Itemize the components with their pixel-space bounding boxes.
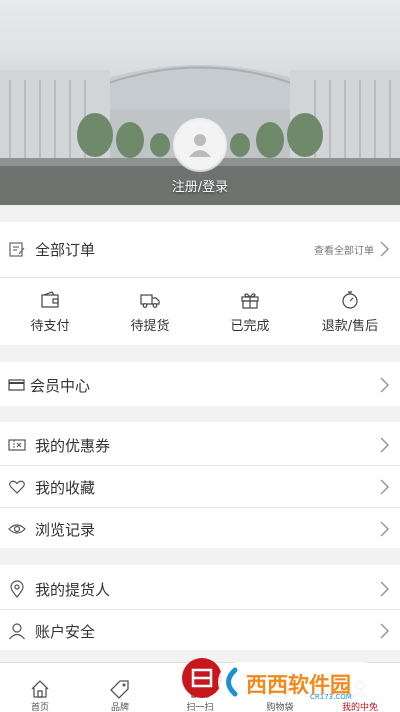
status-label: 已完成 xyxy=(230,319,270,334)
eye-icon xyxy=(8,524,26,534)
status-refund-aftersale[interactable]: 退款/售后 xyxy=(300,278,400,345)
gift-icon xyxy=(241,293,259,309)
menu-label: 会员中心 xyxy=(30,376,91,395)
chevron-right-icon xyxy=(380,241,390,257)
chevron-right-icon xyxy=(380,521,390,537)
status-completed[interactable]: 已完成 xyxy=(200,278,300,345)
heart-icon xyxy=(9,480,25,494)
tag-icon xyxy=(110,680,129,699)
all-orders-title: 全部订单 xyxy=(35,240,96,259)
menu-label: 我的收藏 xyxy=(35,478,96,497)
coupon-icon xyxy=(8,439,26,451)
menu-pickup-person[interactable]: 我的提货人 xyxy=(0,568,400,610)
menu-label: 浏览记录 xyxy=(35,520,96,539)
chevron-right-icon xyxy=(380,377,390,393)
order-status-row: 待支付 待提货 已完成 退款/售后 xyxy=(0,278,400,345)
view-all-orders-link[interactable]: 查看全部订单 xyxy=(314,242,374,257)
home-icon xyxy=(31,680,49,698)
menu-label: 我的优惠券 xyxy=(35,436,111,455)
avatar[interactable] xyxy=(175,120,225,170)
watermark-logo: 西西软件园 CR173.COM xyxy=(182,658,383,702)
menu-label: 我的提货人 xyxy=(35,580,111,599)
status-label: 退款/售后 xyxy=(321,319,379,334)
tab-brand[interactable]: 品牌 xyxy=(80,663,160,712)
watermark-subtitle: CR173.COM xyxy=(310,693,352,701)
status-pending-payment[interactable]: 待支付 xyxy=(0,278,100,345)
menu-coupons[interactable]: 我的优惠券 xyxy=(0,424,400,466)
wallet-icon xyxy=(41,291,59,308)
all-orders-row[interactable]: 全部订单 查看全部订单 xyxy=(0,228,400,270)
order-list-icon xyxy=(9,242,25,257)
menu-favorites[interactable]: 我的收藏 xyxy=(0,466,400,508)
chevron-right-icon xyxy=(380,623,390,639)
location-pin-icon xyxy=(10,580,24,598)
menu-member-center[interactable]: 会员中心 xyxy=(0,364,400,406)
truck-icon xyxy=(140,294,160,308)
login-register-link[interactable]: 注册/登录 xyxy=(0,176,400,195)
tab-home[interactable]: 首页 xyxy=(0,663,80,712)
card-icon xyxy=(8,379,25,391)
profile-header: 注册/登录 xyxy=(0,0,400,205)
tab-label: 首页 xyxy=(30,703,49,712)
status-pending-pickup[interactable]: 待提货 xyxy=(100,278,200,345)
person-icon xyxy=(9,623,25,640)
chevron-right-icon xyxy=(380,437,390,453)
user-avatar-icon xyxy=(189,134,211,157)
menu-browse-history[interactable]: 浏览记录 xyxy=(0,508,400,550)
refund-icon xyxy=(342,291,358,309)
tab-label: 品牌 xyxy=(110,703,129,712)
status-label: 待支付 xyxy=(30,319,70,334)
chevron-right-icon xyxy=(380,479,390,495)
menu-label: 账户安全 xyxy=(35,622,96,641)
chevron-right-icon xyxy=(380,581,390,597)
menu-account-security[interactable]: 账户安全 xyxy=(0,610,400,652)
status-label: 待提货 xyxy=(130,319,170,334)
